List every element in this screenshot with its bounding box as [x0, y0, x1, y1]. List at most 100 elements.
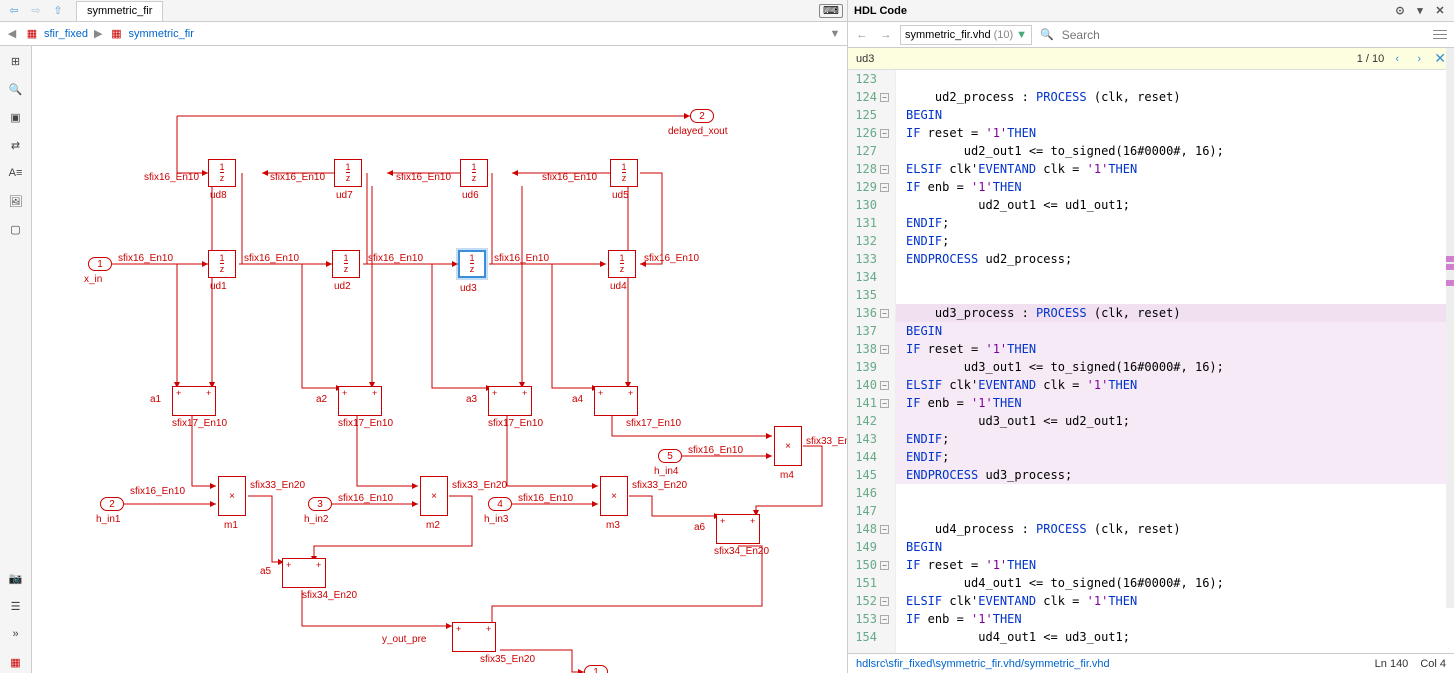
minimize-icon[interactable]: ⊙: [1392, 3, 1408, 19]
block-a6[interactable]: ++: [716, 514, 760, 544]
menu-icon[interactable]: [1430, 25, 1450, 45]
label-m4: m4: [780, 470, 794, 481]
block-a1[interactable]: ++: [172, 386, 216, 416]
label-a3: a3: [466, 394, 477, 405]
maximize-icon[interactable]: ▾: [1412, 3, 1428, 19]
sig-f2: sfix16_En10: [368, 253, 423, 264]
fwd-button[interactable]: ⇨: [26, 2, 46, 20]
code-header: HDL Code ⊙ ▾ ✕: [848, 0, 1454, 22]
block-ud5[interactable]: 1z: [610, 159, 638, 187]
block-m2[interactable]: ×: [420, 476, 448, 516]
label-m1: m1: [224, 520, 238, 531]
keyboard-icon[interactable]: ⌨: [819, 4, 843, 18]
fit-icon[interactable]: ▣: [5, 106, 27, 128]
find-next-icon[interactable]: ›: [1410, 50, 1428, 68]
file-name: symmetric_fir.vhd: [905, 29, 991, 41]
nav-back-icon[interactable]: ←: [852, 25, 872, 45]
block-m4[interactable]: ×: [774, 426, 802, 466]
crumb-menu-icon[interactable]: ▼: [827, 26, 843, 42]
inport-h_in3[interactable]: 4: [488, 497, 512, 511]
block-a5[interactable]: ++: [282, 558, 326, 588]
list-icon[interactable]: ☰: [5, 595, 27, 617]
inport-h_in1[interactable]: 2: [100, 497, 124, 511]
block-ud8[interactable]: 1z: [208, 159, 236, 187]
status-bar: hdlsrc\sfir_fixed\symmetric_fir.vhd/symm…: [848, 653, 1454, 673]
snapshot-icon[interactable]: 📷: [5, 567, 27, 589]
block-ud2[interactable]: 1z: [332, 250, 360, 278]
code-nav: ← → symmetric_fir.vhd (10) ▼ 🔍: [848, 22, 1454, 48]
model-toolbar: ⇦ ⇨ ⇧ symmetric_fir ⌨: [0, 0, 847, 22]
sig-a6o: sfix34_En20: [714, 546, 769, 557]
block-ud1[interactable]: 1z: [208, 250, 236, 278]
back-button[interactable]: ⇦: [4, 2, 24, 20]
sig-h2: sfix16_En10: [338, 493, 393, 504]
diagram-canvas[interactable]: 1 x_in 2 h_in1 3 h_in2 4 h_in3 5 h_in4 2…: [32, 46, 847, 673]
label-h_in3: h_in3: [484, 514, 508, 525]
block-m3[interactable]: ×: [600, 476, 628, 516]
sig-yout: sfix35_En20: [480, 654, 535, 665]
inport-h_in4[interactable]: 5: [658, 449, 682, 463]
block-ud3[interactable]: 1z: [458, 250, 486, 278]
sig-f4: sfix16_En10: [644, 253, 699, 264]
crumb-sep: ▶: [92, 27, 104, 40]
explorer-icon[interactable]: ⊞: [5, 50, 27, 72]
sig-a5o: sfix34_En20: [302, 590, 357, 601]
nav-fwd-icon[interactable]: →: [876, 25, 896, 45]
search-input[interactable]: [1058, 26, 1426, 44]
nav-icon[interactable]: ⇄: [5, 134, 27, 156]
find-close-icon[interactable]: ✕: [1434, 50, 1446, 67]
block-a3[interactable]: ++: [488, 386, 532, 416]
model-tab[interactable]: symmetric_fir: [76, 1, 163, 21]
label-y_out_pre: y_out_pre: [382, 634, 426, 645]
code-pane: HDL Code ⊙ ▾ ✕ ← → symmetric_fir.vhd (10…: [848, 0, 1454, 673]
sig-h3: sfix16_En10: [518, 493, 573, 504]
label-ud1: ud1: [210, 281, 227, 292]
sig-m4o: sfix33_En20: [806, 436, 847, 447]
up-button[interactable]: ⇧: [48, 2, 68, 20]
overview-ruler[interactable]: [1446, 48, 1454, 608]
sig-a2o: sfix17_En10: [338, 418, 393, 429]
block-y_out_pre[interactable]: ++: [452, 622, 496, 652]
block-ud6[interactable]: 1z: [460, 159, 488, 187]
sig-m2o: sfix33_En20: [452, 480, 507, 491]
find-bar: ud3 1 / 10 ‹ › ✕: [848, 48, 1454, 70]
model-sidebar: ⊞ 🔍 ▣ ⇄ A≡ 🖼 ▢ 📷 ☰ » ▦: [0, 46, 32, 673]
sig-xin: sfix16_En10: [118, 253, 173, 264]
inport-x_in[interactable]: 1: [88, 257, 112, 271]
outport-delayed_xout[interactable]: 2: [690, 109, 714, 123]
sig-fb1: sfix16_En10: [270, 172, 325, 183]
sig-f3: sfix16_En10: [494, 253, 549, 264]
sig-fb3: sfix16_En10: [542, 172, 597, 183]
crumb-symfir[interactable]: symmetric_fir: [129, 28, 194, 40]
dropdown-icon: ▼: [1016, 29, 1027, 41]
close-pane-icon[interactable]: ✕: [1432, 3, 1448, 19]
label-ud4: ud4: [610, 281, 627, 292]
expand-icon[interactable]: »: [5, 623, 27, 645]
block-ud7[interactable]: 1z: [334, 159, 362, 187]
status-path[interactable]: hdlsrc\sfir_fixed\symmetric_fir.vhd/symm…: [856, 658, 1110, 670]
status-ln: Ln 140: [1375, 658, 1409, 670]
box-icon[interactable]: ▢: [5, 218, 27, 240]
annot-icon[interactable]: A≡: [5, 162, 27, 184]
file-dropdown[interactable]: symmetric_fir.vhd (10) ▼: [900, 25, 1032, 45]
block-a2[interactable]: ++: [338, 386, 382, 416]
code-lines: ud2_process : PROCESS (clk, reset) BEGIN…: [896, 70, 1454, 653]
sig-h4: sfix16_En10: [688, 445, 743, 456]
block-m1[interactable]: ×: [218, 476, 246, 516]
record-icon[interactable]: ▦: [5, 651, 27, 673]
crumb-back-icon[interactable]: ◀: [4, 26, 20, 42]
crumb-sfir[interactable]: sfir_fixed: [44, 28, 88, 40]
find-prev-icon[interactable]: ‹: [1388, 50, 1406, 68]
block-a4[interactable]: ++: [594, 386, 638, 416]
inport-h_in2[interactable]: 3: [308, 497, 332, 511]
label-h_in1: h_in1: [96, 514, 120, 525]
wires: [32, 46, 847, 673]
sig-a1o: sfix17_En10: [172, 418, 227, 429]
image-icon[interactable]: 🖼: [5, 190, 27, 212]
search-icon[interactable]: 🔍: [1040, 28, 1054, 41]
outport-y_out[interactable]: 1: [584, 665, 608, 673]
label-m3: m3: [606, 520, 620, 531]
block-ud4[interactable]: 1z: [608, 250, 636, 278]
zoom-icon[interactable]: 🔍: [5, 78, 27, 100]
code-editor[interactable]: 123124−125126−127128−129−130131132133134…: [848, 70, 1454, 653]
